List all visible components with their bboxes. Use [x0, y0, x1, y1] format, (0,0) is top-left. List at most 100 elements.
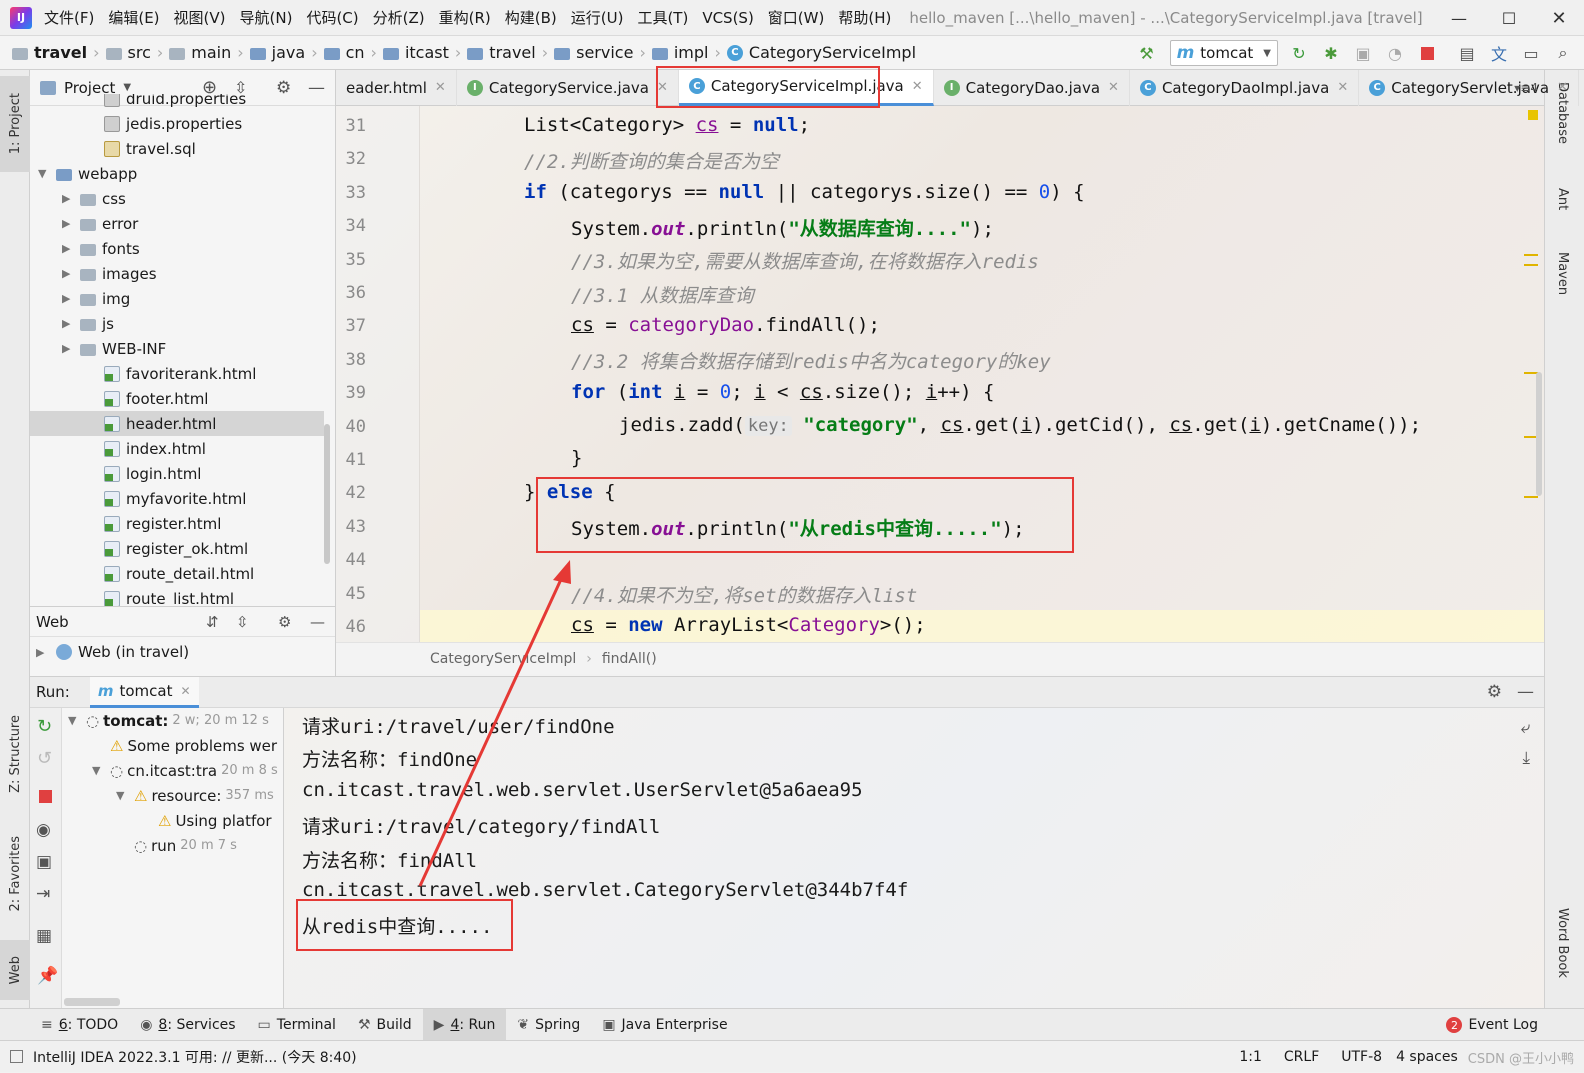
editor-tab[interactable]: I CategoryService.java ✕ — [457, 69, 679, 106]
tree-item[interactable]: favoriterank.html — [30, 361, 324, 386]
debug-bug-icon[interactable]: ✱ — [1320, 42, 1342, 64]
run-tree-item[interactable]: ▼ ⚠ resource: 357 ms — [62, 783, 283, 808]
rerun-failed-icon[interactable]: ↺ — [37, 748, 52, 769]
tree-item[interactable]: myfavorite.html — [30, 486, 324, 511]
tree-item[interactable]: ▶ fonts — [30, 236, 324, 261]
stop-icon[interactable] — [1416, 42, 1438, 64]
close-icon[interactable]: ✕ — [1557, 80, 1568, 95]
breadcrumb-item[interactable]: travel › — [12, 43, 100, 62]
layout-icon[interactable]: ▦ — [36, 926, 52, 946]
camera-icon[interactable]: ▣ — [36, 852, 52, 872]
menu-item[interactable]: 帮助(H) — [838, 7, 891, 28]
run-tab-tomcat[interactable]: m tomcat ✕ — [89, 676, 199, 708]
collapse-icon[interactable]: ⇳ — [236, 613, 249, 631]
tree-item[interactable]: ▶ images — [30, 261, 324, 286]
chevron-down-icon[interactable]: ▼ — [123, 82, 131, 93]
tree-item[interactable]: jedis.properties — [30, 111, 324, 136]
chevron-right-icon[interactable]: ▶ — [62, 267, 80, 280]
close-icon[interactable]: ✕ — [657, 80, 668, 95]
menu-item[interactable]: 导航(N) — [240, 7, 293, 28]
layout-icon[interactable]: ▭ — [1520, 42, 1542, 64]
warning-stripe-marker[interactable] — [1528, 110, 1538, 120]
breadcrumb-item[interactable]: cn › — [323, 43, 377, 62]
scroll-to-end-icon[interactable]: ⤓ — [1522, 748, 1530, 768]
menu-item[interactable]: 编辑(E) — [108, 7, 159, 28]
hide-icon[interactable]: — — [1517, 682, 1534, 702]
maximize-button[interactable]: ☐ — [1484, 9, 1534, 28]
menu-item[interactable]: 代码(C) — [306, 7, 358, 28]
editor-tab[interactable]: C CategoryDaoImpl.java ✕ — [1130, 69, 1360, 106]
bottom-tab[interactable]: ≡ 6: TODO — [30, 1009, 129, 1041]
run-tree-item[interactable]: ▼ ◌ tomcat: 2 w; 20 m 12 s — [62, 708, 283, 733]
chevron-down-icon[interactable]: ▼ — [38, 167, 56, 180]
menu-item[interactable]: VCS(S) — [702, 9, 753, 27]
breadcrumb-item[interactable]: service › — [554, 43, 646, 62]
tree-item[interactable]: druid.properties — [30, 94, 324, 111]
expand-icon[interactable]: ⇵ — [206, 613, 219, 631]
line-separator[interactable]: CRLF — [1284, 1049, 1319, 1065]
run-tree-item[interactable]: ◌ run 20 m 7 s — [62, 833, 283, 858]
chevron-right-icon[interactable]: ▶ — [62, 317, 80, 330]
run-config-selector[interactable]: m tomcat ▼ — [1169, 40, 1278, 66]
menu-item[interactable]: 工具(T) — [637, 7, 688, 28]
close-icon[interactable]: ✕ — [180, 684, 190, 698]
translate-icon[interactable]: 文 — [1488, 42, 1510, 64]
breadcrumb-item[interactable]: src › — [105, 43, 163, 62]
rerun-icon[interactable]: ↻ — [1288, 42, 1310, 64]
close-icon[interactable]: ✕ — [912, 79, 923, 94]
scrollbar[interactable] — [324, 424, 330, 564]
bottom-tab[interactable]: ▣ Java Enterprise — [591, 1009, 738, 1041]
breadcrumb-item[interactable]: java › — [249, 43, 318, 62]
project-tool-button[interactable]: 1: Project — [0, 76, 30, 172]
eye-icon[interactable]: ◉ — [36, 820, 51, 840]
file-encoding[interactable]: UTF-8 — [1341, 1049, 1382, 1065]
project-structure-icon[interactable]: ▤ — [1456, 42, 1478, 64]
hide-icon[interactable]: — — [310, 613, 325, 631]
breadcrumb-item[interactable]: main › — [169, 43, 244, 62]
bottom-tab[interactable]: ❦ Spring — [506, 1009, 591, 1041]
web-facet-item[interactable]: ▶ Web (in travel) — [30, 637, 335, 667]
menu-item[interactable]: 重构(R) — [439, 7, 491, 28]
close-button[interactable]: ✕ — [1534, 8, 1584, 29]
menu-item[interactable]: 窗口(W) — [768, 7, 825, 28]
caret-position[interactable]: 1:1 — [1239, 1049, 1262, 1065]
editor-tab[interactable]: I CategoryDao.java ✕ — [934, 69, 1130, 106]
gear-icon[interactable]: ⚙ — [278, 613, 291, 631]
bottom-tab[interactable]: ▭ Terminal — [247, 1009, 347, 1041]
tree-item[interactable]: route_list.html — [30, 586, 324, 606]
coverage-icon[interactable]: ▣ — [1352, 42, 1374, 64]
console-output[interactable]: 请求uri:/travel/user/findOne 方法名称：findOne cn… — [284, 708, 1544, 1008]
breadcrumb-method[interactable]: findAll() — [602, 651, 657, 667]
tree-item[interactable]: header.html — [30, 411, 324, 436]
build-hammer-icon[interactable]: ⚒ — [1136, 42, 1158, 64]
editor-tab[interactable]: C CategoryServlet.java ✕ — [1359, 69, 1579, 106]
menu-item[interactable]: 文件(F) — [44, 7, 94, 28]
breadcrumb-item[interactable]: itcast › — [382, 43, 461, 62]
tree-item[interactable]: register.html — [30, 511, 324, 536]
chevron-right-icon[interactable]: ▶ — [62, 192, 80, 205]
tab-overflow[interactable]: ▾≡ 4 — [1514, 70, 1538, 106]
status-toggle-icon[interactable] — [10, 1050, 23, 1063]
run-tree-item[interactable]: ▼ ◌ cn.itcast:tra 20 m 8 s — [62, 758, 283, 783]
pin-icon[interactable]: 📌 — [37, 966, 58, 986]
profiler-icon[interactable]: ◔ — [1384, 42, 1406, 64]
tree-item[interactable]: footer.html — [30, 386, 324, 411]
structure-tool-button[interactable]: Z: Structure — [0, 706, 30, 802]
tree-item[interactable]: index.html — [30, 436, 324, 461]
tree-item[interactable]: route_detail.html — [30, 561, 324, 586]
tree-item[interactable]: ▶ img — [30, 286, 324, 311]
tree-item[interactable]: travel.sql — [30, 136, 324, 161]
code-editor[interactable]: 31 32 33 34 35 36 37 38 39 40 41 42 43 44 45 46 List<Ca… — [336, 106, 1544, 642]
breadcrumb-item[interactable]: impl › — [651, 43, 721, 62]
menu-item[interactable]: 构建(B) — [505, 7, 557, 28]
close-icon[interactable]: ✕ — [1337, 80, 1348, 95]
editor-scrollbar[interactable] — [1536, 372, 1542, 496]
status-message[interactable]: IntelliJ IDEA 2022.3.1 可用: // 更新... (今天 … — [33, 1047, 357, 1067]
editor-tab[interactable]: C CategoryServiceImpl.java ✕ — [678, 69, 934, 106]
indent-setting[interactable]: 4 spaces — [1396, 1049, 1458, 1065]
menu-item[interactable]: 视图(V) — [174, 7, 226, 28]
bottom-tab[interactable]: ▶ 4: Run — [422, 1008, 507, 1041]
chevron-right-icon[interactable]: ▶ — [62, 217, 80, 230]
close-icon[interactable]: ✕ — [435, 80, 446, 95]
breadcrumb-item[interactable]: C CategoryServiceImpl — [726, 43, 916, 62]
